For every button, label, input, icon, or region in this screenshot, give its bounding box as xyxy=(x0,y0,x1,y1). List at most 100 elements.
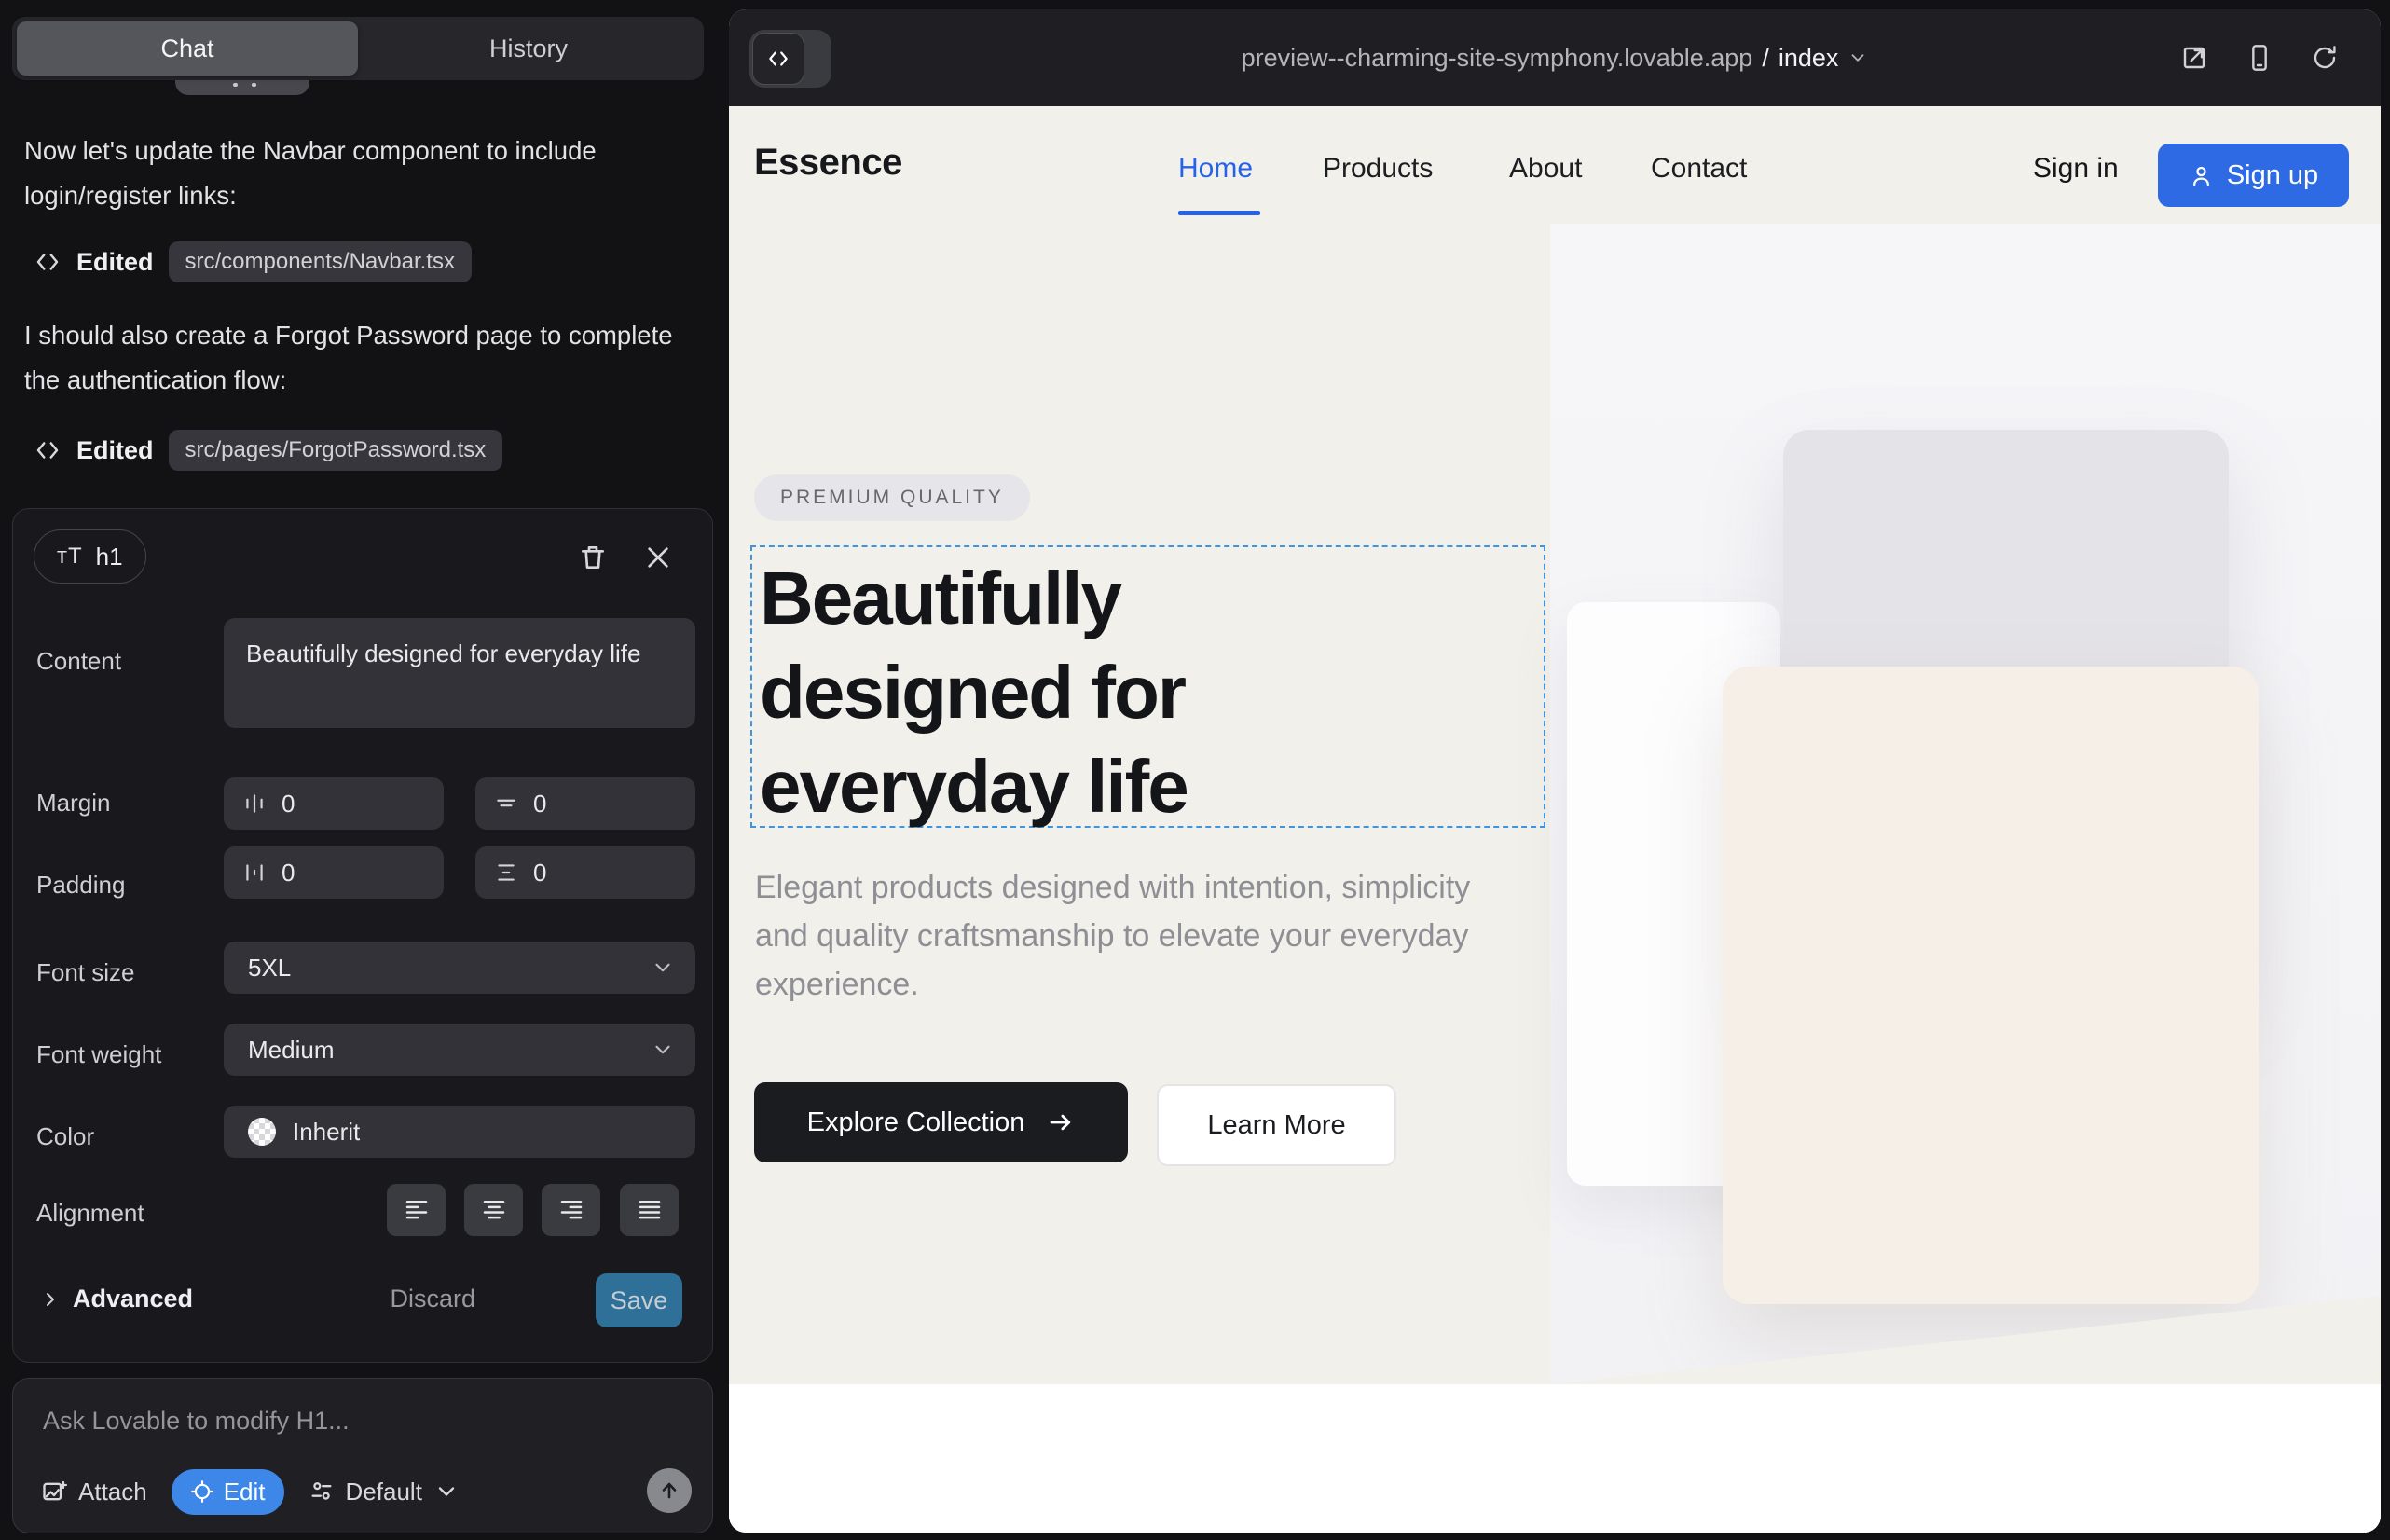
trash-icon[interactable] xyxy=(578,543,608,572)
selected-element-tag[interactable]: тT h1 xyxy=(34,529,146,584)
align-center-icon xyxy=(480,1196,508,1224)
font-size-select[interactable]: 5XL xyxy=(224,942,695,994)
padding-y-input[interactable]: 0 xyxy=(475,846,695,899)
margin-y-value: 0 xyxy=(533,790,546,818)
chat-history-tabbar: Chat History xyxy=(12,17,704,80)
nav-link-contact[interactable]: Contact xyxy=(1651,153,1747,185)
decorative-card-beige xyxy=(1723,667,2259,1304)
edit-mode-button[interactable]: Edit xyxy=(172,1469,284,1515)
chat-message: I should also create a Forgot Password p… xyxy=(24,313,692,403)
padding-x-input[interactable]: 0 xyxy=(224,846,444,899)
nav-link-about[interactable]: About xyxy=(1509,153,1582,185)
sliders-icon xyxy=(309,1478,335,1505)
align-right-button[interactable] xyxy=(542,1184,600,1236)
font-size-label: Font size xyxy=(36,958,135,987)
prompt-box: Attach Edit Default xyxy=(12,1378,713,1533)
padding-x-value: 0 xyxy=(282,859,295,887)
open-external-button[interactable] xyxy=(2179,43,2209,73)
code-icon xyxy=(34,436,62,464)
attach-button[interactable]: Attach xyxy=(41,1478,147,1506)
model-default-select[interactable]: Default xyxy=(309,1478,460,1506)
align-left-button[interactable] xyxy=(387,1184,446,1236)
chevron-down-icon xyxy=(1847,48,1868,68)
align-justify-button[interactable] xyxy=(620,1184,679,1236)
explore-collection-button[interactable]: Explore Collection xyxy=(754,1082,1128,1162)
alignment-label: Alignment xyxy=(36,1199,144,1228)
close-icon[interactable] xyxy=(643,543,673,572)
align-left-icon xyxy=(403,1196,431,1224)
scrolled-chat-remnant xyxy=(175,80,309,95)
hero-heading-line: everyday life xyxy=(760,739,1188,833)
save-button[interactable]: Save xyxy=(596,1273,682,1327)
padding-y-icon xyxy=(494,860,518,885)
content-input[interactable]: Beautifully designed for everyday life xyxy=(224,618,695,728)
edit-label: Edit xyxy=(224,1478,266,1506)
margin-x-icon xyxy=(242,791,267,816)
mobile-view-button[interactable] xyxy=(2245,43,2274,73)
attach-label: Attach xyxy=(78,1478,147,1506)
preview-actions xyxy=(2179,9,2340,106)
font-weight-select[interactable]: Medium xyxy=(224,1024,695,1076)
sign-up-label: Sign up xyxy=(2227,160,2318,191)
url-bar[interactable]: preview--charming-site-symphony.lovable.… xyxy=(729,9,2381,106)
edited-file-row: Edited src/pages/ForgotPassword.tsx xyxy=(34,427,502,474)
mobile-icon xyxy=(2245,43,2274,73)
advanced-toggle[interactable]: Advanced xyxy=(39,1285,193,1313)
advanced-label: Advanced xyxy=(73,1285,193,1313)
refresh-button[interactable] xyxy=(2310,43,2340,73)
margin-y-icon xyxy=(494,791,518,816)
nav-link-products[interactable]: Products xyxy=(1323,153,1433,185)
hero-heading-line: Beautifully xyxy=(760,551,1188,645)
default-label: Default xyxy=(346,1478,422,1506)
chat-sidebar: Chat History Now let's update the Navbar… xyxy=(0,0,725,1540)
font-weight-label: Font weight xyxy=(36,1040,161,1069)
attach-image-icon xyxy=(41,1478,67,1505)
hero-heading[interactable]: Beautifully designed for everyday life xyxy=(760,551,1188,833)
tab-history[interactable]: History xyxy=(358,21,699,76)
margin-x-input[interactable]: 0 xyxy=(224,777,444,830)
prompt-toolbar: Attach Edit Default xyxy=(41,1468,690,1515)
sign-up-button[interactable]: Sign up xyxy=(2158,144,2349,207)
margin-x-value: 0 xyxy=(282,790,295,818)
edited-file-badge[interactable]: src/components/Navbar.tsx xyxy=(169,241,472,282)
padding-y-value: 0 xyxy=(533,859,546,887)
align-center-button[interactable] xyxy=(464,1184,523,1236)
edit-target-icon xyxy=(190,1479,214,1504)
code-icon xyxy=(34,248,62,276)
learn-more-button[interactable]: Learn More xyxy=(1157,1084,1396,1166)
url-domain: preview--charming-site-symphony.lovable.… xyxy=(1242,44,1753,73)
color-select[interactable]: Inherit xyxy=(224,1106,695,1158)
tag-label: h1 xyxy=(96,543,123,571)
preview-header: preview--charming-site-symphony.lovable.… xyxy=(729,9,2381,106)
content-label: Content xyxy=(36,647,121,676)
color-value: Inherit xyxy=(293,1118,360,1147)
site-logo[interactable]: Essence xyxy=(754,142,902,184)
margin-label: Margin xyxy=(36,789,110,818)
padding-label: Padding xyxy=(36,871,125,900)
sign-in-link[interactable]: Sign in xyxy=(2033,153,2119,185)
send-button[interactable] xyxy=(647,1468,692,1513)
edited-file-row: Edited src/components/Navbar.tsx xyxy=(34,239,472,285)
hero-heading-line: designed for xyxy=(760,645,1188,739)
edited-file-badge[interactable]: src/pages/ForgotPassword.tsx xyxy=(169,430,503,471)
url-page: index xyxy=(1779,44,1839,73)
chevron-down-icon xyxy=(651,956,675,980)
next-section xyxy=(729,1384,2381,1533)
color-label: Color xyxy=(36,1122,94,1151)
chevron-right-icon xyxy=(39,1288,62,1311)
chevron-down-icon xyxy=(651,1038,675,1062)
hero-description: Elegant products designed with intention… xyxy=(755,863,1529,1009)
cta-primary-label: Explore Collection xyxy=(807,1107,1025,1138)
user-icon xyxy=(2189,163,2214,188)
tab-chat[interactable]: Chat xyxy=(17,21,358,76)
site-page: Essence Home Products About Contact Sign… xyxy=(729,106,2381,1533)
color-swatch xyxy=(248,1118,276,1146)
margin-y-input[interactable]: 0 xyxy=(475,777,695,830)
discard-button[interactable]: Discard xyxy=(390,1285,475,1313)
chat-message: Now let's update the Navbar component to… xyxy=(24,129,692,218)
nav-link-home[interactable]: Home xyxy=(1178,153,1253,185)
prompt-input[interactable] xyxy=(43,1407,677,1436)
font-size-value: 5XL xyxy=(248,954,291,983)
nav-active-underline xyxy=(1178,211,1260,215)
refresh-icon xyxy=(2310,43,2340,73)
